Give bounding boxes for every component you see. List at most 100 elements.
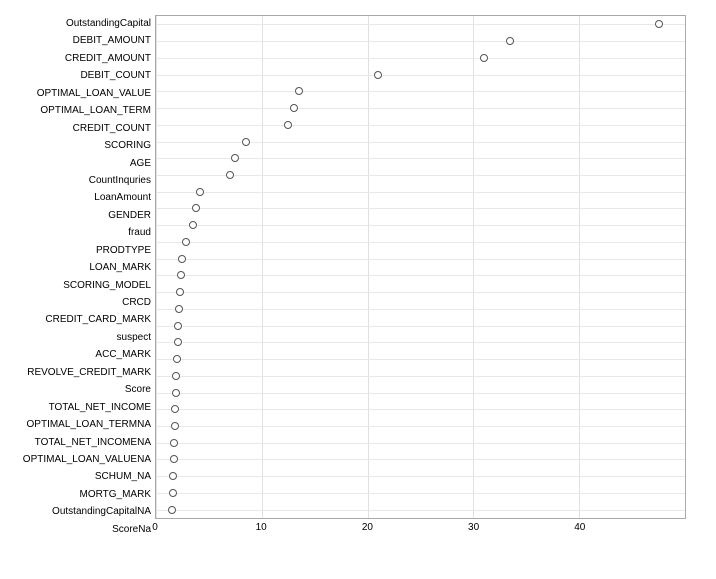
y-label: ACC_MARK xyxy=(8,350,151,360)
data-point xyxy=(170,455,178,463)
y-label: CREDIT_CARD_MARK xyxy=(8,315,151,325)
grid-line-horizontal xyxy=(156,24,685,25)
chart-body: OutstandingCapital DEBIT_AMOUNT CREDIT_AMO… xyxy=(0,10,716,579)
grid-line-horizontal xyxy=(156,225,685,226)
grid-line-horizontal xyxy=(156,426,685,427)
grid-line-horizontal xyxy=(156,208,685,209)
grid-line-horizontal xyxy=(156,91,685,92)
grid-line-horizontal xyxy=(156,242,685,243)
grid-line-horizontal xyxy=(156,58,685,59)
grid-line-horizontal xyxy=(156,409,685,410)
data-point xyxy=(172,372,180,380)
x-tick-label: 30 xyxy=(468,522,479,533)
data-point xyxy=(242,138,250,146)
y-label: Score xyxy=(8,385,151,395)
y-label: ScoreNa xyxy=(8,525,151,535)
grid-line-horizontal xyxy=(156,443,685,444)
data-point xyxy=(170,439,178,447)
grid-line-horizontal xyxy=(156,41,685,42)
y-label: MORTG_MARK xyxy=(8,490,151,500)
y-label: SCORING_MODEL xyxy=(8,281,151,291)
data-point xyxy=(295,87,303,95)
data-point xyxy=(189,221,197,229)
data-point xyxy=(290,104,298,112)
y-label: suspect xyxy=(8,333,151,343)
grid-line-horizontal xyxy=(156,275,685,276)
plot-area-wrapper: 0 10 20 30 40 xyxy=(155,15,686,539)
data-point xyxy=(169,472,177,480)
chart-container: OutstandingCapital DEBIT_AMOUNT CREDIT_AMO… xyxy=(0,0,716,579)
y-label: OPTIMAL_LOAN_VALUE xyxy=(8,89,151,99)
grid-line-horizontal xyxy=(156,476,685,477)
data-point xyxy=(174,338,182,346)
data-point xyxy=(176,288,184,296)
y-label: CountInquries xyxy=(8,176,151,186)
grid-line-horizontal xyxy=(156,259,685,260)
grid-line-horizontal xyxy=(156,510,685,511)
grid-line-horizontal xyxy=(156,359,685,360)
grid-line-horizontal xyxy=(156,125,685,126)
grid-line-horizontal xyxy=(156,309,685,310)
y-label: OPTIMAL_LOAN_TERMNA xyxy=(8,420,151,430)
data-point xyxy=(192,204,200,212)
y-label: LOAN_MARK xyxy=(8,263,151,273)
grid-line-horizontal xyxy=(156,192,685,193)
y-label: TOTAL_NET_INCOME xyxy=(8,403,151,413)
grid-line-horizontal xyxy=(156,342,685,343)
y-label: fraud xyxy=(8,228,151,238)
x-axis-labels: 0 10 20 30 40 xyxy=(155,519,686,537)
grid-line-horizontal xyxy=(156,108,685,109)
x-tick-label: 20 xyxy=(362,522,373,533)
y-label: OutstandingCapitalNA xyxy=(8,507,151,517)
y-label: DEBIT_COUNT xyxy=(8,71,151,81)
data-point xyxy=(178,255,186,263)
data-point xyxy=(226,171,234,179)
y-label: LoanAmount xyxy=(8,193,151,203)
data-point xyxy=(171,405,179,413)
data-point xyxy=(168,506,176,514)
grid-lines xyxy=(156,16,685,518)
y-label: SCHUM_NA xyxy=(8,472,151,482)
grid-line-horizontal xyxy=(156,175,685,176)
data-point xyxy=(196,188,204,196)
x-tick-label: 0 xyxy=(152,522,158,533)
y-label: AGE xyxy=(8,159,151,169)
y-label: SCORING xyxy=(8,141,151,151)
data-point xyxy=(173,355,181,363)
y-label: OPTIMAL_LOAN_TERM xyxy=(8,106,151,116)
y-label: PRODTYPE xyxy=(8,246,151,256)
data-point xyxy=(172,389,180,397)
y-label: OutstandingCapital xyxy=(8,19,151,29)
grid-line-horizontal xyxy=(156,393,685,394)
data-point xyxy=(171,422,179,430)
x-tick-label: 10 xyxy=(256,522,267,533)
data-point xyxy=(177,271,185,279)
grid-line-horizontal xyxy=(156,326,685,327)
data-point xyxy=(480,54,488,62)
y-label: CREDIT_AMOUNT xyxy=(8,54,151,64)
plot-area xyxy=(155,15,686,519)
y-label: OPTIMAL_LOAN_VALUENA xyxy=(8,455,151,465)
data-point xyxy=(506,37,514,45)
data-point xyxy=(174,322,182,330)
x-tick-label: 40 xyxy=(574,522,585,533)
data-point xyxy=(182,238,190,246)
y-label: CREDIT_COUNT xyxy=(8,124,151,134)
grid-line-horizontal xyxy=(156,75,685,76)
y-label: CRCD xyxy=(8,298,151,308)
grid-line-horizontal xyxy=(156,292,685,293)
data-point xyxy=(175,305,183,313)
data-point xyxy=(655,20,663,28)
grid-line-horizontal xyxy=(156,142,685,143)
y-label: REVOLVE_CREDIT_MARK xyxy=(8,368,151,378)
y-labels: OutstandingCapital DEBIT_AMOUNT CREDIT_AMO… xyxy=(0,15,155,539)
y-label: DEBIT_AMOUNT xyxy=(8,36,151,46)
data-point xyxy=(231,154,239,162)
y-label: TOTAL_NET_INCOMENA xyxy=(8,438,151,448)
y-label: GENDER xyxy=(8,211,151,221)
data-point xyxy=(374,71,382,79)
grid-line-horizontal xyxy=(156,376,685,377)
data-point xyxy=(284,121,292,129)
data-point xyxy=(169,489,177,497)
grid-line-horizontal xyxy=(156,493,685,494)
